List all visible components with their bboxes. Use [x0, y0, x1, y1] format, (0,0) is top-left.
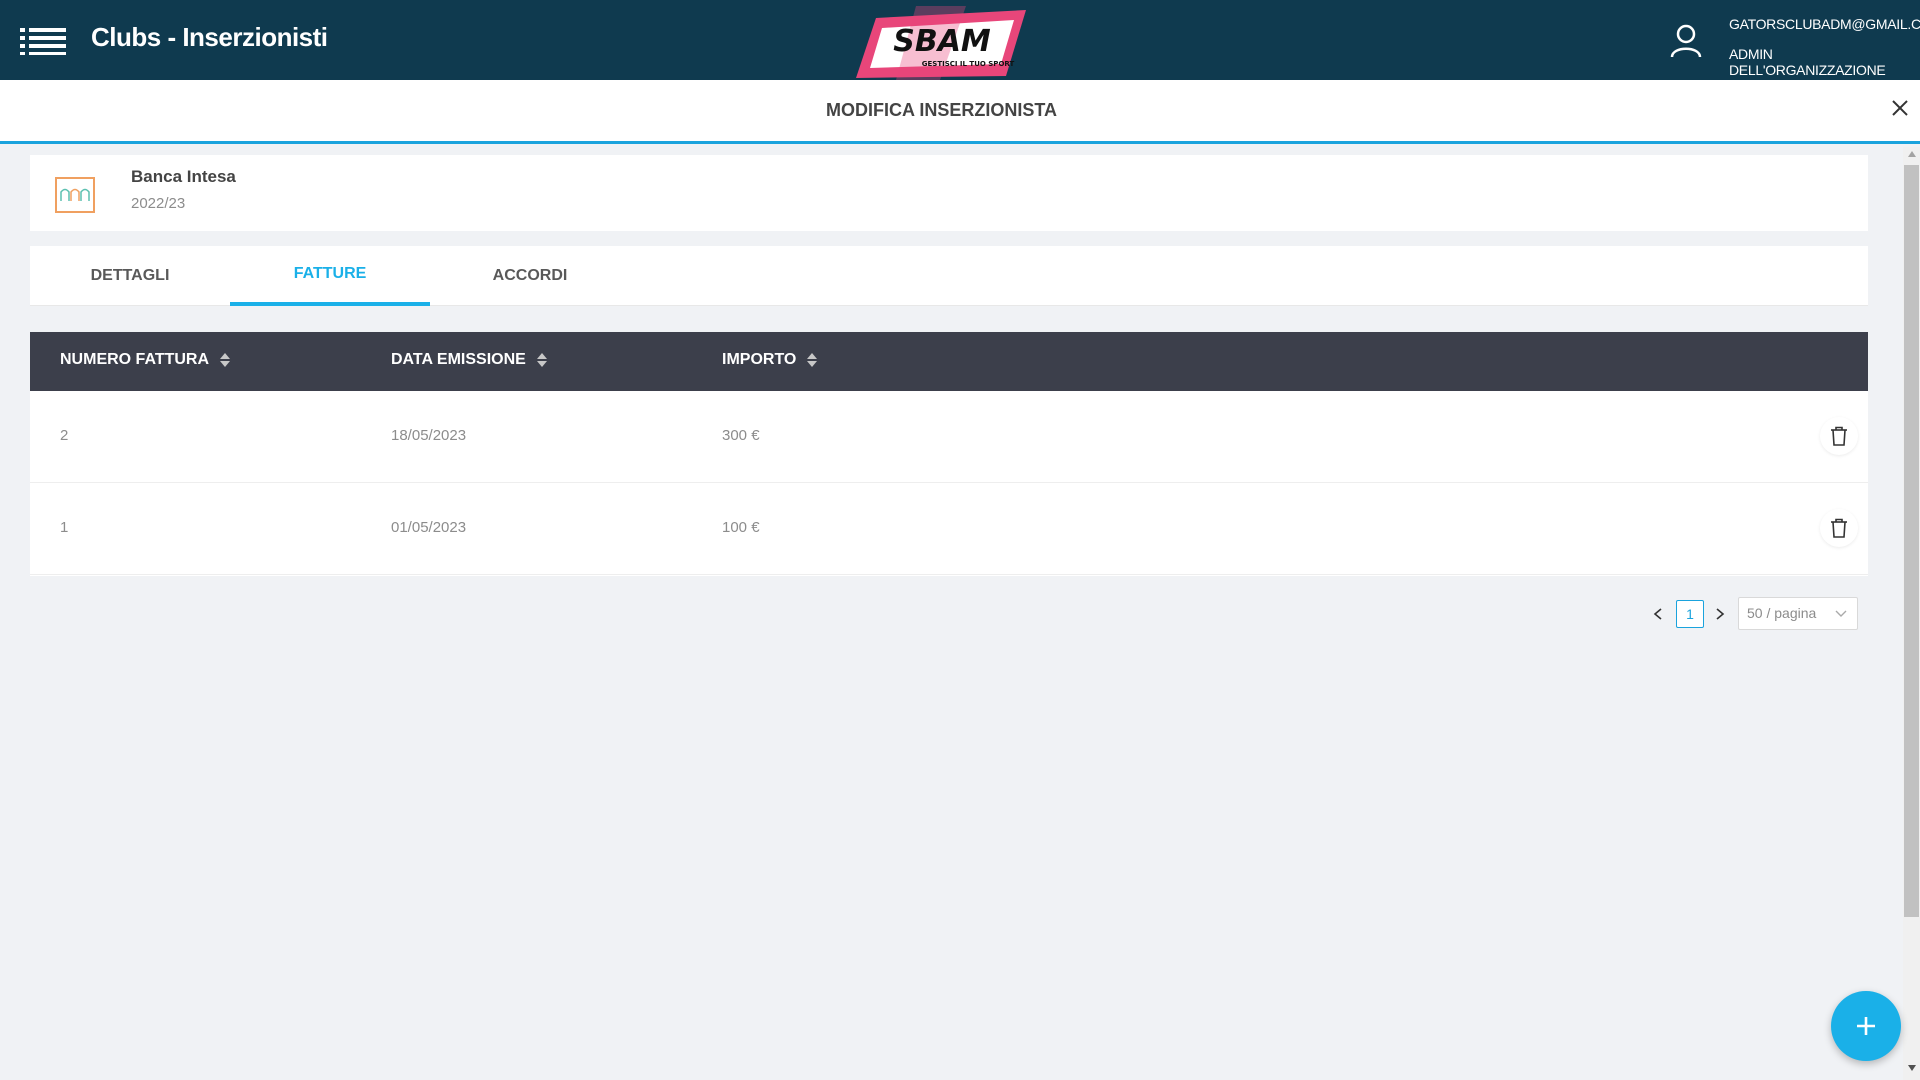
table-row[interactable]: 2 18/05/2023 300 €: [30, 391, 1868, 483]
column-header-label: IMPORTO: [722, 351, 797, 368]
pagination-next-icon[interactable]: [1714, 607, 1726, 621]
close-icon[interactable]: [1890, 98, 1910, 118]
drawer-header: MODIFICA INSERZIONISTA: [0, 80, 1920, 144]
column-header-data-emissione[interactable]: DATA EMISSIONE: [391, 351, 548, 369]
column-header-label: DATA EMISSIONE: [391, 351, 526, 368]
advertiser-season: 2022/23: [131, 195, 186, 212]
cell-importo: 300 €: [722, 427, 760, 444]
logo-tagline: GESTISCI IL TUO SPORT: [922, 60, 1015, 68]
advertiser-logo-icon: [55, 177, 95, 213]
cell-data-emissione: 18/05/2023: [391, 427, 467, 444]
table-row[interactable]: 1 01/05/2023 100 €: [30, 483, 1868, 575]
sbam-logo[interactable]: SBAM GESTISCI IL TUO SPORT: [856, 6, 1026, 80]
page-title: Clubs - Inserzionisti: [91, 22, 328, 52]
logo-text: SBAM: [893, 24, 991, 59]
sort-icon[interactable]: [806, 351, 818, 369]
column-header-numero-fattura[interactable]: NUMERO FATTURA: [60, 351, 231, 369]
drawer-title: MODIFICA INSERZIONISTA: [826, 100, 1057, 120]
menu-icon[interactable]: [20, 27, 66, 55]
tab-fatture[interactable]: FATTURE: [230, 246, 430, 306]
advertiser-name: Banca Intesa: [131, 167, 236, 186]
page-size-label: 50 / pagina: [1747, 605, 1817, 621]
table-body: 2 18/05/2023 300 € 1 01/05/2023 100 €: [30, 391, 1868, 576]
column-header-label: NUMERO FATTURA: [60, 351, 210, 368]
scroll-up-arrow-icon[interactable]: [1907, 150, 1917, 158]
cell-numero-fattura: 1: [60, 519, 69, 536]
pagination-prev-icon[interactable]: [1652, 607, 1664, 621]
trash-icon: [1831, 426, 1847, 446]
user-role: ADMIN DELL'ORGANIZZAZIONE: [1729, 46, 1886, 78]
trash-icon: [1831, 518, 1847, 538]
cell-numero-fattura: 2: [60, 427, 69, 444]
column-header-importo[interactable]: IMPORTO: [722, 351, 818, 369]
user-email: GATORSCLUBADM@GMAIL.COM: [1729, 16, 1920, 32]
tab-dettagli[interactable]: DETTAGLI: [30, 246, 230, 306]
tab-bar: DETTAGLI FATTURE ACCORDI: [30, 246, 1868, 306]
scrollbar-thumb[interactable]: [1904, 165, 1919, 917]
table-header: NUMERO FATTURA DATA EMISSIONE IMPORTO: [30, 332, 1868, 391]
top-bar: Clubs - Inserzionisti SBAM GESTISCI IL T…: [0, 0, 1920, 80]
chevron-down-icon: [1835, 610, 1847, 617]
advertiser-card: [30, 155, 1868, 231]
user-icon[interactable]: [1670, 24, 1702, 58]
delete-button[interactable]: [1820, 509, 1858, 547]
sort-icon[interactable]: [536, 351, 548, 369]
delete-button[interactable]: [1820, 417, 1858, 455]
add-invoice-button[interactable]: [1831, 991, 1901, 1061]
cell-data-emissione: 01/05/2023: [391, 519, 467, 536]
pagination-page-1[interactable]: 1: [1676, 600, 1704, 628]
page-size-select[interactable]: 50 / pagina: [1738, 597, 1858, 630]
tab-accordi[interactable]: ACCORDI: [430, 246, 630, 306]
sort-icon[interactable]: [219, 351, 231, 369]
scroll-down-arrow-icon[interactable]: [1907, 1064, 1917, 1072]
plus-icon: [1857, 1017, 1875, 1035]
cell-importo: 100 €: [722, 519, 760, 536]
